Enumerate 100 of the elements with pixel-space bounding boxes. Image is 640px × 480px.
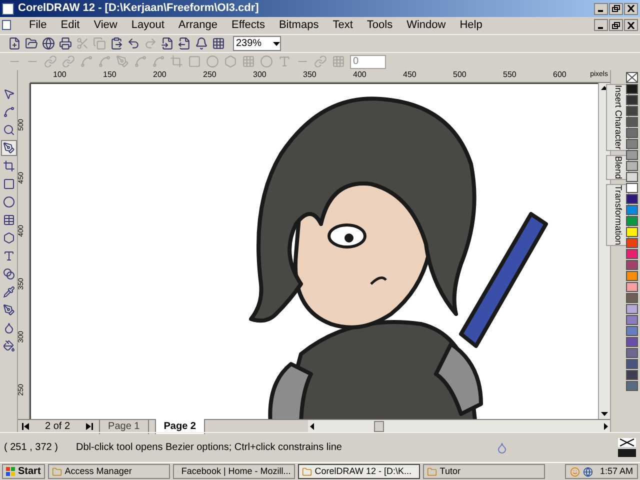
close-button[interactable] — [624, 2, 638, 14]
color-swatch[interactable] — [626, 183, 638, 193]
tool-icon — [2, 106, 14, 118]
color-swatch[interactable] — [626, 337, 638, 347]
taskbar-button[interactable]: Tutor — [422, 464, 545, 479]
menu-item[interactable]: Layout — [131, 16, 164, 34]
windows-logo-icon — [6, 467, 16, 476]
color-swatch[interactable] — [626, 238, 638, 248]
print-button[interactable] — [57, 36, 73, 52]
color-swatch[interactable] — [626, 249, 638, 259]
color-swatch[interactable] — [626, 128, 638, 138]
property-tool-button[interactable] — [78, 54, 94, 70]
color-swatch[interactable] — [626, 315, 638, 325]
ruler-label: 600 — [553, 70, 566, 79]
color-swatch[interactable] — [626, 304, 638, 314]
page-counter: 2 of 2 — [44, 420, 72, 434]
document-icon — [2, 20, 11, 30]
menu-item[interactable]: Window — [406, 16, 446, 34]
open-icon — [24, 37, 38, 50]
color-swatch[interactable] — [626, 95, 638, 105]
color-swatch[interactable] — [626, 84, 638, 94]
color-swatch[interactable] — [626, 227, 638, 237]
scroll-thumb[interactable] — [374, 420, 384, 432]
no-color-swatch[interactable] — [626, 72, 638, 83]
color-swatch[interactable] — [626, 359, 638, 369]
color-swatch[interactable] — [626, 150, 638, 160]
color-swatch[interactable] — [626, 139, 638, 149]
color-swatch[interactable] — [626, 370, 638, 380]
tool-icon — [2, 232, 14, 244]
horizontal-scrollbar[interactable] — [308, 420, 610, 432]
color-swatch[interactable] — [626, 326, 638, 336]
menu-item[interactable]: File — [29, 16, 47, 34]
minimize-button[interactable] — [594, 2, 608, 14]
menu-item[interactable]: Effects — [232, 16, 265, 34]
property-tool-icon — [134, 55, 146, 68]
zoom-field[interactable]: 239% — [233, 36, 281, 51]
page-tab[interactable]: Page 1 — [99, 418, 149, 434]
tool-icon — [2, 250, 14, 262]
color-swatch[interactable] — [626, 381, 638, 391]
menu-item[interactable]: Tools — [366, 16, 393, 34]
last-page-icon[interactable] — [86, 422, 94, 430]
color-swatch[interactable] — [626, 205, 638, 215]
ruler-label: 550 — [503, 70, 516, 79]
redo-icon — [144, 37, 156, 50]
restore-button[interactable] — [609, 2, 623, 14]
menu-item[interactable]: Bitmaps — [278, 16, 319, 34]
color-swatch[interactable] — [626, 271, 638, 281]
color-swatch[interactable] — [626, 161, 638, 171]
ruler-label: 500 — [453, 70, 466, 79]
restore-button[interactable] — [609, 19, 623, 31]
tool-icon — [2, 196, 14, 208]
minimize-button[interactable] — [594, 19, 608, 31]
color-swatch[interactable] — [626, 260, 638, 270]
close-button[interactable] — [624, 19, 638, 31]
globe-button[interactable] — [40, 36, 56, 52]
menu-item[interactable]: Arrange — [178, 16, 218, 34]
property-field[interactable]: 0 — [350, 54, 386, 68]
first-page-icon[interactable] — [22, 422, 29, 430]
import-button[interactable] — [159, 36, 175, 52]
tool-button[interactable] — [0, 140, 16, 156]
menu-item[interactable]: Text — [332, 16, 353, 34]
tool-icon — [2, 160, 14, 172]
taskbar-button[interactable]: Facebook | Home - Mozill... — [172, 464, 295, 479]
bell-icon — [194, 37, 208, 50]
color-swatch[interactable] — [626, 348, 638, 358]
grid-button[interactable] — [210, 36, 226, 52]
color-swatch[interactable] — [626, 216, 638, 226]
bell-button[interactable] — [193, 36, 209, 52]
start-button[interactable]: Start — [2, 464, 45, 479]
tool-button[interactable] — [0, 194, 16, 210]
color-swatch[interactable] — [626, 117, 638, 127]
menu-item[interactable]: Help — [460, 16, 482, 34]
color-swatch[interactable] — [626, 106, 638, 116]
network-icon — [582, 466, 593, 476]
tool-button[interactable] — [0, 266, 16, 282]
tool-button[interactable] — [0, 338, 16, 354]
property-tool-button[interactable] — [330, 54, 346, 70]
tool-button[interactable] — [0, 158, 16, 174]
color-swatch[interactable] — [626, 194, 638, 204]
property-tool-icon — [62, 55, 74, 68]
color-swatch[interactable] — [626, 172, 638, 182]
outline-swatch — [618, 449, 636, 457]
property-tool-button[interactable] — [258, 54, 274, 70]
property-tool-icon — [242, 55, 254, 68]
ruler-label: 100 — [53, 70, 66, 79]
export-button[interactable] — [176, 36, 192, 52]
taskbar-button[interactable]: Access Manager — [48, 464, 170, 479]
clock: 1:57 AM — [600, 464, 633, 478]
fill-icon — [496, 442, 508, 454]
tool-button[interactable] — [0, 302, 16, 318]
menu-item[interactable]: Edit — [60, 16, 80, 34]
property-tool-button[interactable] — [240, 54, 256, 70]
ruler-label: 300 — [253, 70, 266, 79]
property-tool-button[interactable] — [312, 54, 328, 70]
menu-item[interactable]: View — [94, 16, 118, 34]
color-swatch[interactable] — [626, 282, 638, 292]
property-tool-icon — [170, 55, 182, 68]
taskbar-button[interactable]: CorelDRAW 12 - [D:\K... — [298, 464, 420, 479]
open-button[interactable] — [23, 36, 39, 52]
color-swatch[interactable] — [626, 293, 638, 303]
